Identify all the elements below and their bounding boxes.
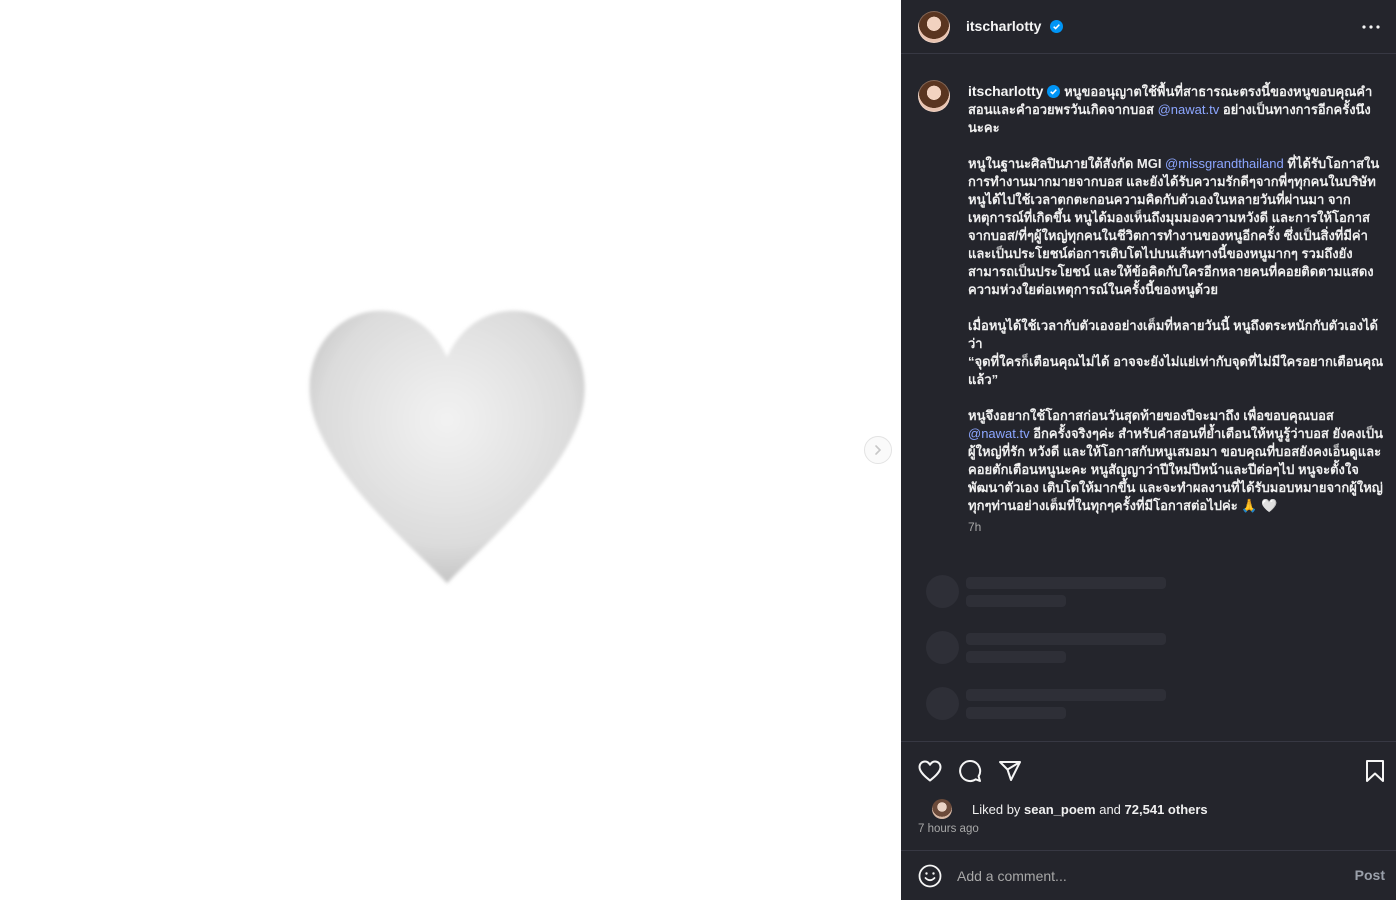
emoji-icon <box>918 864 942 888</box>
liker-avatar[interactable] <box>932 799 952 819</box>
like-button[interactable] <box>917 758 943 784</box>
caption-paragraph-2-end: ที่ได้รับโอกาสในการทำงานมากมายจากบอส และ… <box>968 156 1380 297</box>
mention-link[interactable]: @missgrandthailand <box>1165 156 1284 171</box>
action-bar: Liked by sean_poem and 72,541 others 7 h… <box>901 741 1396 850</box>
avatar[interactable] <box>918 80 950 112</box>
chevron-right-icon <box>875 445 882 455</box>
caption-text: itscharlotty หนูขออนุญาตใช้พื้นที่สาธารณ… <box>968 82 1386 533</box>
avatar[interactable] <box>918 11 950 43</box>
liker-username[interactable]: sean_poem <box>1024 802 1096 817</box>
caption-quote: “จุดที่ใครก็เตือนคุณไม่ได้ อาจจะยังไม่แย… <box>968 354 1384 387</box>
emoji-button[interactable] <box>918 864 942 888</box>
caption-username[interactable]: itscharlotty <box>968 83 1043 99</box>
save-icon <box>1366 760 1384 782</box>
post-side-panel: itscharlotty itscharlotty หนูขออนุญาตใช้… <box>901 0 1396 900</box>
post-comment-button[interactable]: Post <box>1355 867 1385 883</box>
caption-paragraph-3: เมื่อหนูได้ใช้เวลากับตัวเองอย่างเต็มที่ห… <box>968 318 1378 351</box>
save-button[interactable] <box>1362 758 1388 784</box>
caption-paragraph-4-end: อีกครั้งจริงๆค่ะ สำหรับคำสอนที่ย้ำเตือนใ… <box>968 426 1384 513</box>
next-media-button[interactable] <box>864 436 892 464</box>
comment-loading-placeholder <box>926 575 1186 609</box>
mention-link[interactable]: @nawat.tv <box>968 426 1030 441</box>
like-icon <box>918 760 942 782</box>
post-header: itscharlotty <box>901 0 1396 54</box>
share-icon <box>999 761 1021 781</box>
author: itscharlotty <box>966 18 1063 36</box>
white-heart-icon <box>309 310 585 584</box>
more-horizontal-icon <box>1362 25 1380 29</box>
caption-paragraph-2: หนูในฐานะศิลปินภายใต้สังกัด MGI <box>968 156 1166 171</box>
comment-icon <box>959 760 982 782</box>
mention-link[interactable]: @nawat.tv <box>1158 102 1220 117</box>
more-options-button[interactable] <box>1358 14 1384 40</box>
comment-button[interactable] <box>957 758 983 784</box>
share-button[interactable] <box>997 758 1023 784</box>
comment-loading-placeholder <box>926 631 1186 665</box>
post-media <box>0 0 901 900</box>
likes-middle: and <box>1099 801 1121 817</box>
verified-badge-icon <box>1047 85 1061 98</box>
comment-loading-placeholder <box>926 687 1186 721</box>
likes-prefix: Liked by <box>972 801 1021 817</box>
caption-paragraph-4: หนูจึงอยากใช้โอกาสก่อนวันสุดท้ายของปีจะม… <box>968 408 1334 423</box>
likes-count[interactable]: 72,541 others <box>1125 802 1208 817</box>
verified-badge-icon <box>1049 20 1063 33</box>
username-link[interactable]: itscharlotty <box>966 18 1041 34</box>
caption-timestamp[interactable]: 7h <box>968 520 981 534</box>
comment-input[interactable] <box>957 865 1317 887</box>
likes-summary: Liked by sean_poem and 72,541 others <box>932 799 1208 819</box>
comment-bar: Post <box>901 850 1396 900</box>
post-timestamp[interactable]: 7 hours ago <box>918 823 979 835</box>
